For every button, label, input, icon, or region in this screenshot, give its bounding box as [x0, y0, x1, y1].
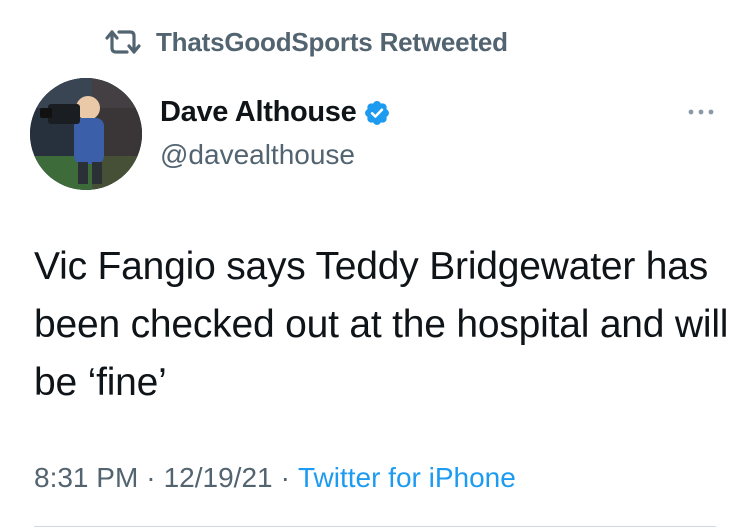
- tweet-text: Vic Fangio says Teddy Bridgewater has be…: [34, 245, 729, 404]
- tweet-meta: 8:31 PM · 12/19/21 · Twitter for iPhone: [34, 462, 516, 494]
- tweet-source-link[interactable]: Twitter for iPhone: [298, 462, 516, 494]
- verified-badge-icon: [363, 99, 391, 127]
- retweeted-by-label: ThatsGoodSports Retweeted: [156, 26, 508, 57]
- display-name[interactable]: Dave Althouse: [160, 96, 357, 129]
- retweet-icon: [102, 29, 144, 55]
- meta-separator: ·: [146, 462, 156, 493]
- more-options-icon[interactable]: [686, 104, 716, 120]
- tweet-date[interactable]: 12/19/21: [164, 462, 273, 494]
- tweet-time[interactable]: 8:31 PM: [34, 462, 138, 494]
- meta-separator: ·: [280, 462, 290, 493]
- divider: [34, 526, 716, 527]
- author-handle[interactable]: @davealthouse: [160, 139, 355, 171]
- retweet-header[interactable]: ThatsGoodSports Retweeted: [102, 26, 508, 58]
- tweet-card: ThatsGoodSports Retweeted Dave Althouse …: [0, 0, 750, 532]
- avatar[interactable]: [30, 78, 142, 190]
- author-name-row[interactable]: Dave Althouse: [160, 96, 391, 129]
